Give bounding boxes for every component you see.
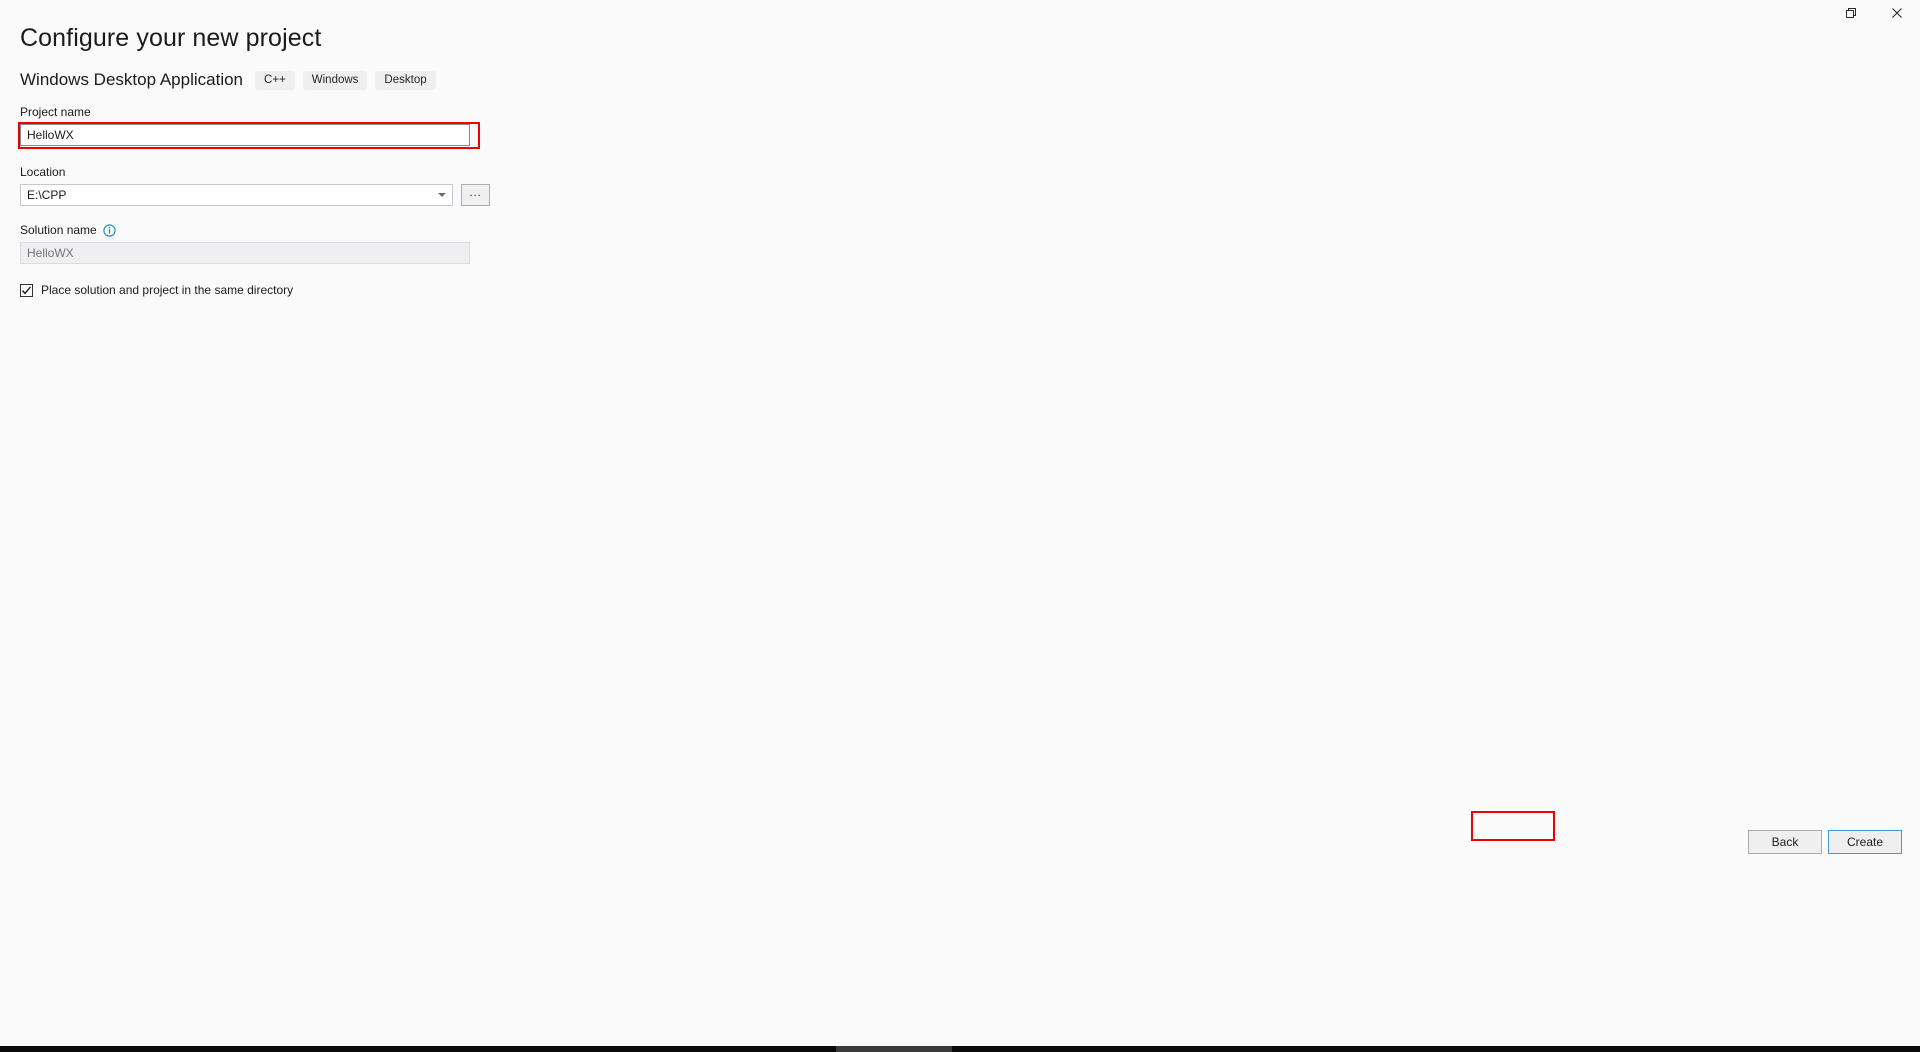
template-name: Windows Desktop Application	[20, 70, 244, 89]
project-name-field: Project name	[20, 104, 490, 146]
chevron-down-icon	[438, 193, 447, 197]
tag-project-type: Desktop	[375, 70, 436, 90]
location-value: E:\CPP	[27, 188, 67, 202]
annotation-create-highlight	[1471, 811, 1555, 841]
create-button[interactable]: Create	[1828, 830, 1902, 854]
template-summary: Windows Desktop Application C++ Windows …	[20, 68, 444, 92]
same-directory-label: Place solution and project in the same d…	[41, 283, 294, 297]
project-name-label: Project name	[20, 105, 91, 119]
bottom-edge-strip	[0, 1046, 1920, 1052]
location-label: Location	[20, 165, 66, 179]
page-title: Configure your new project	[20, 24, 322, 52]
bottom-edge-highlight	[836, 1046, 952, 1052]
dialog-footer: Back Create	[1748, 830, 1902, 854]
close-icon	[1891, 7, 1903, 19]
info-icon[interactable]	[103, 223, 116, 237]
configure-project-form: Project name Location E:\CPP ... Solutio…	[20, 104, 490, 298]
check-icon	[21, 285, 31, 294]
tag-language: C++	[255, 70, 295, 90]
restore-icon	[1845, 7, 1857, 19]
solution-name-label-text: Solution name	[20, 223, 97, 237]
location-combobox[interactable]: E:\CPP	[20, 184, 454, 206]
location-field: Location E:\CPP ...	[20, 164, 490, 206]
back-button[interactable]: Back	[1748, 830, 1822, 854]
close-button[interactable]	[1874, 0, 1920, 26]
project-name-input[interactable]	[20, 124, 470, 146]
restore-button[interactable]	[1828, 0, 1874, 26]
same-directory-checkbox[interactable]	[20, 283, 33, 297]
browse-location-button[interactable]: ...	[461, 184, 490, 206]
tag-platform: Windows	[302, 70, 368, 90]
solution-name-field: Solution name	[20, 222, 490, 264]
solution-name-input[interactable]	[20, 242, 470, 264]
same-directory-row[interactable]: Place solution and project in the same d…	[20, 282, 490, 298]
solution-name-label: Solution name	[20, 222, 490, 238]
